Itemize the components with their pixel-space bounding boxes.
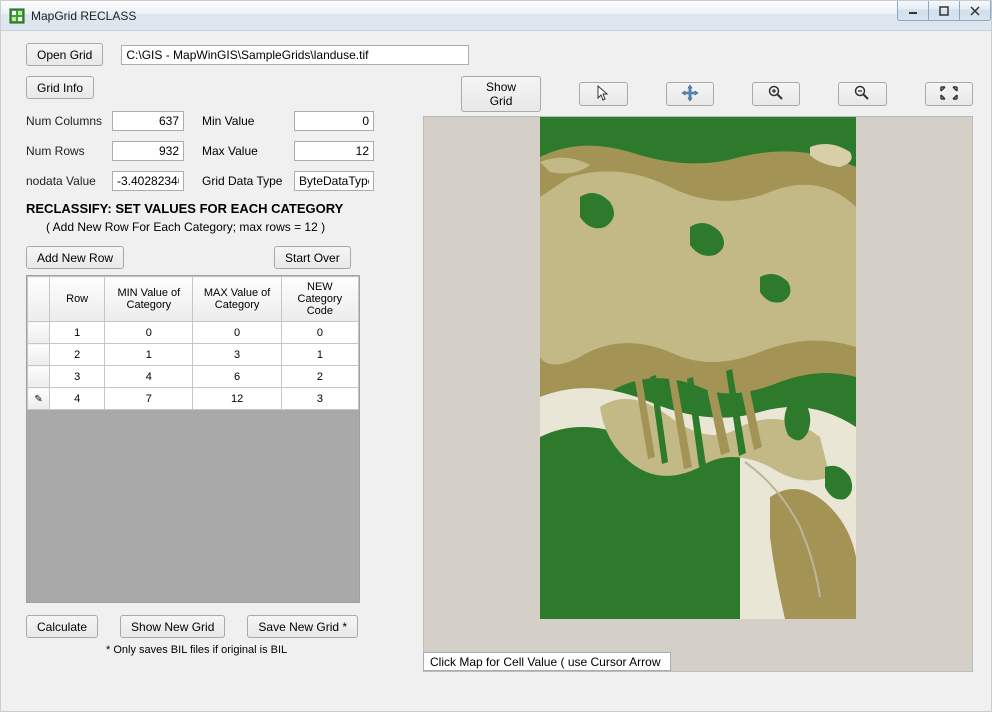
cell-value-status[interactable]	[423, 652, 671, 671]
cell-max[interactable]: 12	[193, 388, 281, 410]
zoom-extents-button[interactable]	[925, 82, 973, 106]
num-rows-field[interactable]	[112, 141, 184, 161]
app-icon	[9, 8, 25, 24]
table-row[interactable]: 3462	[28, 366, 359, 388]
reclass-table-wrap: Row MIN Value of Category MAX Value of C…	[26, 275, 360, 603]
num-columns-field[interactable]	[112, 111, 184, 131]
zoom-out-button[interactable]	[838, 82, 886, 106]
row-header	[28, 322, 50, 344]
map-display[interactable]	[423, 116, 973, 672]
zoom-out-icon	[854, 85, 870, 104]
map-image	[540, 117, 856, 619]
add-new-row-button[interactable]: Add New Row	[26, 246, 124, 269]
start-over-button[interactable]: Start Over	[274, 246, 351, 269]
col-row: Row	[50, 277, 105, 322]
table-row[interactable]: 1000	[28, 322, 359, 344]
col-min: MIN Value of Category	[105, 277, 193, 322]
right-panel: Show Grid	[423, 76, 973, 699]
reclass-heading: RECLASSIFY: SET VALUES FOR EACH CATEGORY	[26, 201, 396, 216]
num-columns-label: Num Columns	[26, 114, 106, 128]
cell-min[interactable]: 4	[105, 366, 193, 388]
app-window: MapGrid RECLASS Open Grid Grid Info Num …	[0, 0, 992, 712]
minimize-button[interactable]	[897, 1, 929, 21]
cell-code[interactable]: 0	[281, 322, 358, 344]
data-type-field[interactable]	[294, 171, 374, 191]
reclass-subhead: ( Add New Row For Each Category; max row…	[46, 220, 396, 234]
pan-icon	[681, 84, 699, 105]
cell-min[interactable]: 0	[105, 322, 193, 344]
window-title: MapGrid RECLASS	[31, 9, 136, 23]
close-button[interactable]	[959, 1, 991, 21]
calculate-button[interactable]: Calculate	[26, 615, 98, 638]
cursor-tool-button[interactable]	[579, 82, 627, 106]
zoom-in-icon	[768, 85, 784, 104]
data-type-label: Grid Data Type	[202, 174, 294, 188]
nodata-label: nodata Value	[26, 174, 106, 188]
cell-code[interactable]: 3	[281, 388, 358, 410]
min-value-label: Min Value	[202, 114, 294, 128]
status-area	[423, 652, 671, 671]
grid-info-button[interactable]: Grid Info	[26, 76, 94, 99]
left-panel: Grid Info Num Columns Min Value Num Rows…	[26, 76, 396, 656]
cell-row[interactable]: 3	[50, 366, 105, 388]
cursor-arrow-icon	[596, 85, 610, 104]
maximize-button[interactable]	[928, 1, 960, 21]
row-header	[28, 344, 50, 366]
max-value-label: Max Value	[202, 144, 294, 158]
nodata-field[interactable]	[112, 171, 184, 191]
cell-max[interactable]: 3	[193, 344, 281, 366]
grid-path-input[interactable]	[121, 45, 469, 65]
titlebar: MapGrid RECLASS	[1, 1, 991, 31]
col-code: NEW Category Code	[281, 277, 358, 322]
num-rows-label: Num Rows	[26, 144, 106, 158]
open-grid-button[interactable]: Open Grid	[26, 43, 103, 66]
reclass-table[interactable]: Row MIN Value of Category MAX Value of C…	[27, 276, 359, 410]
row-header	[28, 366, 50, 388]
table-row[interactable]: 2131	[28, 344, 359, 366]
min-value-field[interactable]	[294, 111, 374, 131]
max-value-field[interactable]	[294, 141, 374, 161]
cell-min[interactable]: 7	[105, 388, 193, 410]
cell-code[interactable]: 2	[281, 366, 358, 388]
map-toolbar: Show Grid	[461, 76, 973, 112]
cell-code[interactable]: 1	[281, 344, 358, 366]
cell-row[interactable]: 4	[50, 388, 105, 410]
save-note: * Only saves BIL files if original is BI…	[106, 644, 396, 656]
pan-tool-button[interactable]	[666, 82, 714, 106]
show-grid-button[interactable]: Show Grid	[461, 76, 541, 112]
window-controls	[898, 1, 991, 21]
cell-row[interactable]: 1	[50, 322, 105, 344]
col-max: MAX Value of Category	[193, 277, 281, 322]
row-header: ✎	[28, 388, 50, 410]
cell-max[interactable]: 0	[193, 322, 281, 344]
cell-row[interactable]: 2	[50, 344, 105, 366]
table-corner	[28, 277, 50, 322]
edit-pencil-icon: ✎	[34, 394, 42, 405]
show-new-grid-button[interactable]: Show New Grid	[120, 615, 225, 638]
save-new-grid-button[interactable]: Save New Grid *	[247, 615, 358, 638]
zoom-in-button[interactable]	[752, 82, 800, 106]
zoom-extents-icon	[940, 86, 958, 103]
cell-max[interactable]: 6	[193, 366, 281, 388]
content-area: Open Grid Grid Info Num Columns Min Valu…	[1, 31, 991, 711]
table-row[interactable]: ✎ 47123	[28, 388, 359, 410]
cell-min[interactable]: 1	[105, 344, 193, 366]
